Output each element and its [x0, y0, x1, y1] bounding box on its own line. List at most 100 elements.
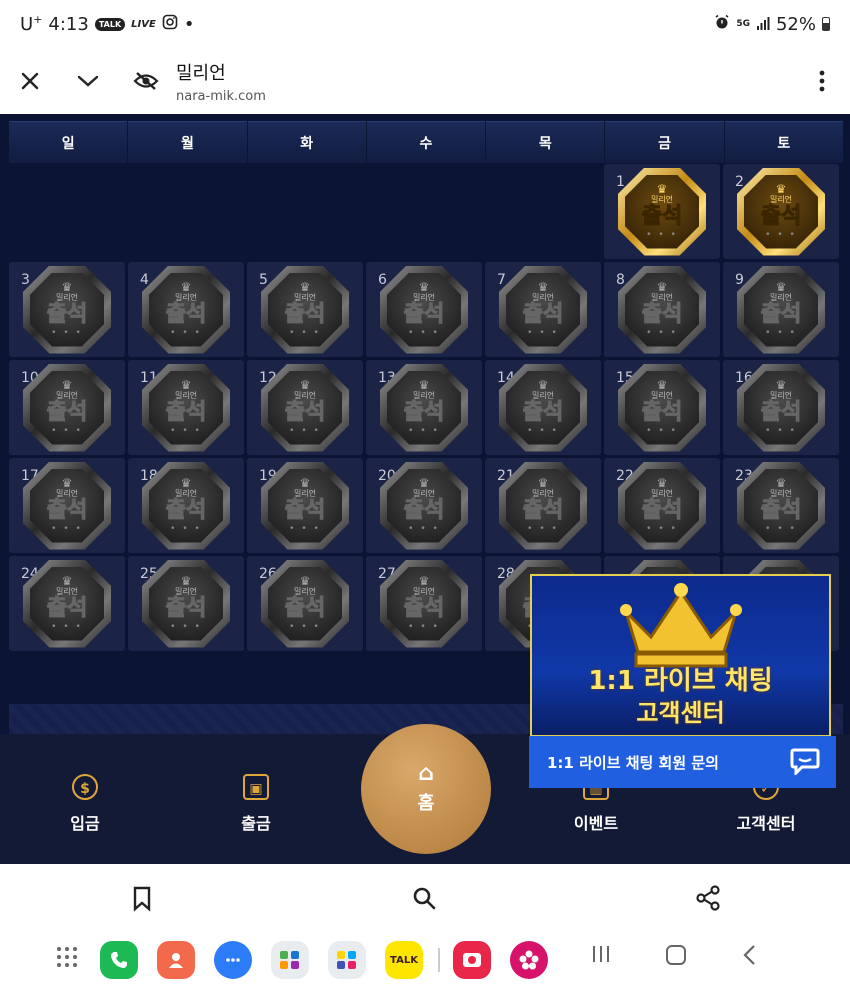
attendance-badge-icon: ♛밀리언출석• • • — [618, 363, 706, 452]
nav-withdraw[interactable]: ▣ 출금 — [196, 774, 316, 834]
calendar-day-cell[interactable]: 10 ♛ 밀리언 출석 • • • — [9, 360, 125, 455]
calendar-day-cell[interactable]: 21 ♛ 밀리언 출석 • • • — [485, 458, 601, 553]
phone-app-icon[interactable] — [100, 941, 138, 979]
calendar-day-cell[interactable]: 24 ♛ 밀리언 출석 • • • — [9, 556, 125, 651]
contacts-app-icon[interactable] — [157, 941, 195, 979]
folder-app-icon[interactable] — [271, 941, 309, 979]
day-number: 1 — [616, 174, 625, 190]
more-options-icon[interactable] — [800, 59, 844, 103]
calendar-day-cell[interactable]: 9 ♛ 밀리언 출석 • • • — [723, 262, 839, 357]
calendar-day-cell[interactable]: 26 ♛ 밀리언 출석 • • • — [247, 556, 363, 651]
messages-app-icon[interactable] — [214, 941, 252, 979]
badge-dots: • • • — [765, 426, 797, 436]
badge-brand: 밀리언 — [55, 587, 79, 596]
attendance-calendar: 일월화수목금토 1 ♛ 밀리언 출석 • • • 2 ♛ 밀리언 출석 • • • 3 ♛ 밀리언 출석 •… — [9, 121, 843, 651]
home-nav-icon[interactable] — [665, 944, 687, 972]
attendance-badge-icon: ♛밀리언출석• • • — [23, 363, 111, 452]
calendar-day-cell[interactable]: 22 ♛ 밀리언 출석 • • • — [604, 458, 720, 553]
share-icon[interactable] — [692, 882, 724, 914]
badge-face: ♛밀리언출석• • • — [149, 468, 223, 543]
live-notification-icon: LIVE — [131, 18, 156, 30]
badge-crown-icon: ♛ — [299, 574, 311, 588]
page-info[interactable]: 밀리언 nara-mik.com — [176, 59, 266, 104]
badge-face: ♛밀리언출석• • • — [506, 272, 580, 347]
badge-face: ♛밀리언출석• • • — [387, 370, 461, 445]
calendar-day-cell[interactable]: 14 ♛ 밀리언 출석 • • • — [485, 360, 601, 455]
badge-word: 출석 — [284, 498, 326, 524]
calendar-day-cell[interactable]: 16 ♛ 밀리언 출석 • • • — [723, 360, 839, 455]
battery-icon — [822, 17, 830, 31]
badge-crown-icon: ♛ — [61, 476, 73, 490]
nav-withdraw-label: 출금 — [241, 814, 271, 833]
nav-deposit[interactable]: $ 입금 — [25, 774, 145, 834]
badge-word: 출석 — [522, 400, 564, 426]
calendar-day-cell[interactable]: 17 ♛ 밀리언 출석 • • • — [9, 458, 125, 553]
kakaotalk-app-icon[interactable]: TALK — [385, 941, 423, 979]
badge-crown-icon: ♛ — [537, 476, 549, 490]
weekday-1: 월 — [128, 121, 247, 163]
badge-crown-icon: ♛ — [775, 280, 787, 294]
badge-brand: 밀리언 — [531, 293, 555, 302]
calendar-day-cell[interactable]: 23 ♛ 밀리언 출석 • • • — [723, 458, 839, 553]
weekday-2: 화 — [247, 121, 366, 163]
camera-app-icon[interactable] — [453, 941, 491, 979]
badge-brand: 밀리언 — [412, 587, 436, 596]
recents-icon[interactable] — [590, 944, 612, 970]
badge-face: ♛밀리언출석• • • — [506, 370, 580, 445]
search-icon[interactable] — [408, 882, 440, 914]
calendar-day-cell[interactable]: 19 ♛ 밀리언 출석 • • • — [247, 458, 363, 553]
calendar-day-cell[interactable]: 7 ♛ 밀리언 출석 • • • — [485, 262, 601, 357]
badge-brand: 밀리언 — [293, 391, 317, 400]
back-icon[interactable] — [742, 944, 758, 972]
popup-title: 1:1 라이브 채팅 — [588, 666, 773, 696]
calendar-day-cell[interactable]: 13 ♛ 밀리언 출석 • • • — [366, 360, 482, 455]
calendar-day-cell[interactable]: 12 ♛ 밀리언 출석 • • • — [247, 360, 363, 455]
app-drawer-icon[interactable] — [56, 946, 78, 974]
badge-word: 출석 — [46, 400, 88, 426]
close-icon[interactable] — [8, 59, 52, 103]
chevron-down-icon[interactable] — [66, 59, 110, 103]
clock: 4:13 — [48, 13, 89, 35]
live-chat-banner[interactable]: 1:1 라이브 채팅 고객센터 — [530, 574, 831, 737]
calendar-day-cell[interactable]: 15 ♛ 밀리언 출석 • • • — [604, 360, 720, 455]
folder-app-icon-2[interactable] — [328, 941, 366, 979]
home-button[interactable]: ⌂ 홈 — [361, 724, 491, 854]
badge-crown-icon: ♛ — [299, 476, 311, 490]
badge-face: ♛밀리언출석• • • — [387, 272, 461, 347]
bookmark-icon[interactable] — [126, 882, 158, 914]
calendar-day-cell[interactable]: 1 ♛ 밀리언 출석 • • • — [604, 164, 720, 259]
attendance-badge-icon: ♛밀리언출석• • • — [23, 265, 111, 354]
calendar-day-cell[interactable]: 4 ♛ 밀리언 출석 • • • — [128, 262, 244, 357]
badge-dots: • • • — [51, 426, 83, 436]
calendar-day-cell[interactable]: 18 ♛ 밀리언 출석 • • • — [128, 458, 244, 553]
badge-dots: • • • — [170, 524, 202, 534]
calendar-day-cell[interactable]: 20 ♛ 밀리언 출석 • • • — [366, 458, 482, 553]
attendance-badge-icon: ♛밀리언출석• • • — [499, 265, 587, 354]
screen: U+ 4:13 TALK LIVE • 5G 52% 밀리언 nara-mik.… — [0, 0, 850, 989]
attendance-badge-icon: ♛밀리언출석• • • — [261, 363, 349, 452]
calendar-day-cell[interactable]: 25 ♛ 밀리언 출석 • • • — [128, 556, 244, 651]
calendar-day-cell[interactable]: 3 ♛ 밀리언 출석 • • • — [9, 262, 125, 357]
weekday-0: 일 — [9, 121, 128, 163]
eye-off-icon[interactable] — [124, 59, 168, 103]
calendar-day-cell[interactable]: 6 ♛ 밀리언 출석 • • • — [366, 262, 482, 357]
badge-crown-icon: ♛ — [299, 378, 311, 392]
calendar-day-cell[interactable]: 5 ♛ 밀리언 출석 • • • — [247, 262, 363, 357]
badge-brand: 밀리언 — [293, 587, 317, 596]
attendance-badge-icon: ♛밀리언출석• • • — [23, 559, 111, 648]
badge-dots: • • • — [646, 524, 678, 534]
badge-crown-icon: ♛ — [656, 476, 668, 490]
badge-face: ♛밀리언출석• • • — [30, 468, 104, 543]
live-chat-button[interactable]: 1:1 라이브 채팅 회원 문의 — [529, 736, 836, 788]
badge-brand: 밀리언 — [174, 587, 198, 596]
badge-word: 출석 — [165, 498, 207, 524]
gallery-app-icon[interactable] — [510, 941, 548, 979]
calendar-day-cell[interactable]: 27 ♛ 밀리언 출석 • • • — [366, 556, 482, 651]
calendar-day-cell[interactable]: 2 ♛ 밀리언 출석 • • • — [723, 164, 839, 259]
badge-face: ♛밀리언출석• • • — [387, 468, 461, 543]
badge-brand: 밀리언 — [55, 293, 79, 302]
nav-event-label: 이벤트 — [573, 814, 619, 833]
attendance-badge-icon: ♛밀리언출석• • • — [261, 265, 349, 354]
calendar-day-cell[interactable]: 8 ♛ 밀리언 출석 • • • — [604, 262, 720, 357]
calendar-day-cell[interactable]: 11 ♛ 밀리언 출석 • • • — [128, 360, 244, 455]
